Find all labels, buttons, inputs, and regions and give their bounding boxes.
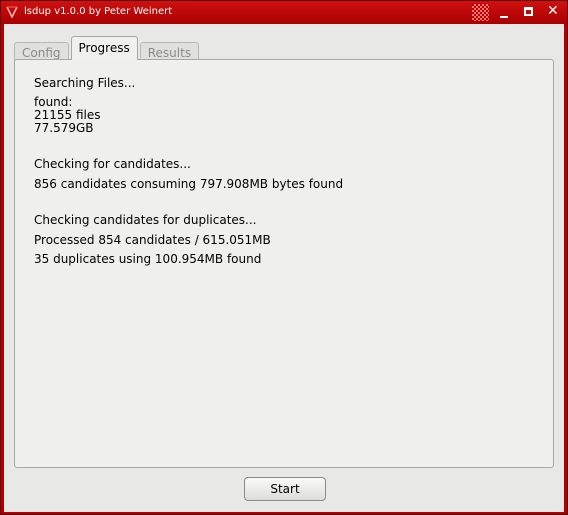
progress-panel: Searching Files... found: 21155 files 77… [14, 59, 554, 468]
processed-result: Processed 854 candidates / 615.051MB [34, 233, 271, 247]
window-controls: ✕ [468, 3, 563, 21]
files-found: 21155 files [34, 108, 101, 122]
app-icon[interactable] [6, 6, 18, 18]
candidates-status: Checking for candidates... [34, 157, 191, 171]
found-label: found: [34, 95, 73, 109]
app-window: lsdup v1.0.0 by Peter Weinert ✕ Config Pr… [0, 0, 568, 515]
window-title: lsdup v1.0.0 by Peter Weinert [24, 6, 173, 17]
tab-bar: Config Progress Results [14, 36, 201, 63]
duplicates-result: 35 duplicates using 100.954MB found [34, 252, 262, 266]
start-button[interactable]: Start [244, 477, 326, 501]
tab-progress[interactable]: Progress [70, 36, 138, 60]
searching-status: Searching Files... [34, 76, 136, 90]
candidates-result: 856 candidates consuming 797.908MB bytes… [34, 177, 344, 191]
title-bar[interactable]: lsdup v1.0.0 by Peter Weinert ✕ [1, 1, 567, 24]
duplicates-status: Checking candidates for duplicates... [34, 213, 257, 227]
minimize-icon[interactable] [496, 4, 513, 21]
window-menu-icon[interactable] [471, 4, 489, 21]
window-client-area: Config Progress Results Searching Files...… [4, 24, 564, 512]
maximize-icon[interactable] [521, 4, 538, 21]
close-icon[interactable]: ✕ [546, 3, 563, 21]
size-found: 77.579GB [34, 121, 94, 135]
